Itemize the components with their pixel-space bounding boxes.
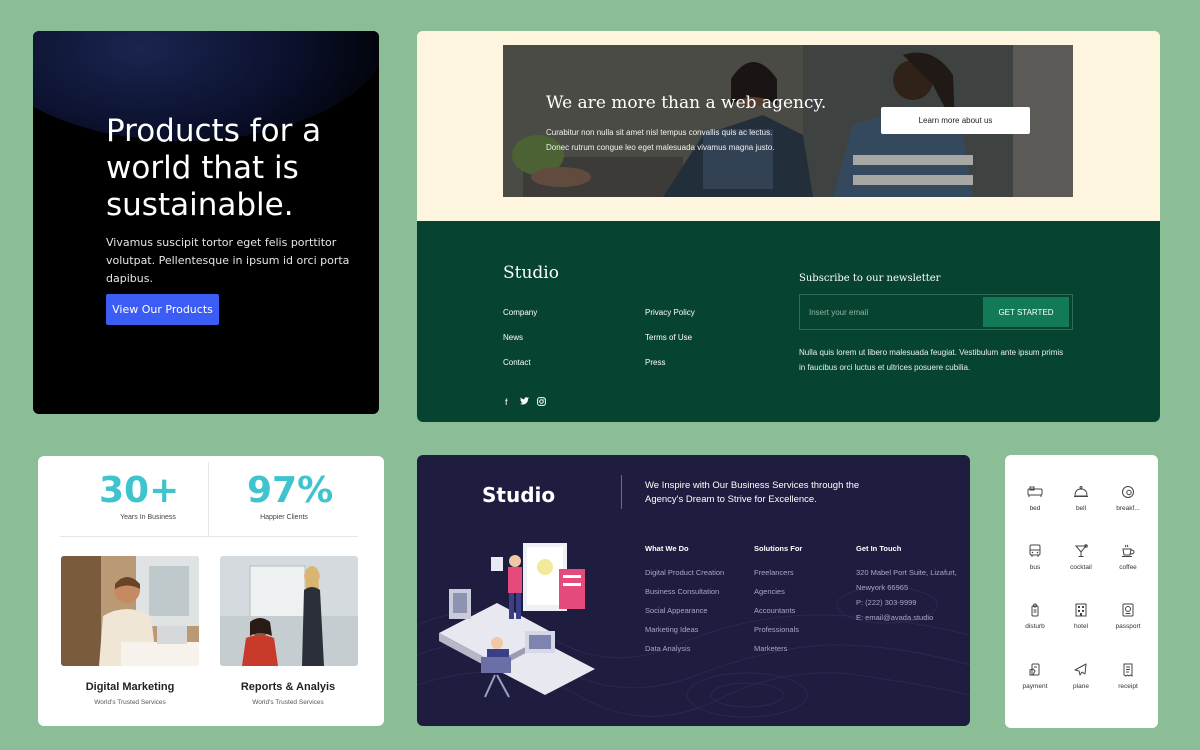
agency-hero-section: We are more than a web agency. Curabitur…	[417, 31, 1160, 221]
column-heading-get-in-touch: Get In Touch	[856, 544, 902, 553]
studio-tagline: We Inspire with Our Business Services th…	[645, 480, 860, 505]
icon-cell-bus[interactable]: bus	[1012, 544, 1058, 571]
icon-cell-cocktail[interactable]: cocktail	[1058, 544, 1104, 571]
plane-icon	[1074, 663, 1087, 676]
hero-subtitle: Curabitur non nulla sit amet nisl tempus…	[546, 128, 775, 152]
agency-footer: Studio Company News Contact Privacy Poli…	[417, 221, 1160, 422]
footer-link-agencies[interactable]: Agencies	[754, 587, 785, 596]
icon-cell-receipt[interactable]: receipt	[1105, 663, 1151, 690]
icon-label: plane	[1073, 683, 1089, 690]
bus-icon	[1029, 544, 1041, 557]
hero-photo: We are more than a web agency. Curabitur…	[503, 45, 1073, 197]
service-title-digital-marketing: Digital Marketing	[85, 681, 175, 693]
footer-link-freelancers[interactable]: Freelancers	[754, 568, 794, 577]
products-body: Vivamus suscipit tortor eget felis portt…	[106, 236, 350, 285]
learn-more-button[interactable]: Learn more about us	[881, 107, 1030, 134]
hotel-icon	[1075, 603, 1087, 617]
get-started-button[interactable]: GET STARTED	[983, 297, 1069, 327]
payment-icon	[1029, 663, 1040, 676]
instagram-icon[interactable]	[537, 397, 546, 408]
icon-label: breakf...	[1116, 505, 1140, 512]
newsletter-text: Nulla quis lorem ut libero malesuada feu…	[799, 348, 1064, 372]
icon-label: payment	[1022, 683, 1048, 690]
agency-card: We are more than a web agency. Curabitur…	[417, 31, 1160, 422]
column-heading-what-we-do: What We Do	[645, 544, 689, 553]
bell-icon	[1074, 486, 1088, 497]
icon-label: bell	[1075, 505, 1087, 512]
icon-label: hotel	[1073, 623, 1089, 630]
icon-label: bus	[1029, 564, 1041, 571]
contact-address-line1: 320 Mabel Port Suite, Lizafurt,	[856, 568, 957, 577]
view-products-button[interactable]: View Our Products	[106, 294, 219, 325]
footer-link-social-appearance[interactable]: Social Appearance	[645, 606, 708, 615]
facebook-icon[interactable]: f	[505, 397, 508, 407]
contact-email: E: email@avada.studio	[856, 613, 934, 622]
service-title-reports: Reports & Analyis	[240, 681, 336, 693]
icon-label: coffee	[1119, 564, 1137, 571]
passport-icon	[1122, 603, 1134, 617]
studio-card: Studio We Inspire with Our Business Serv…	[417, 455, 970, 726]
footer-link-news[interactable]: News	[503, 333, 523, 342]
footer-link-terms[interactable]: Terms of Use	[645, 333, 692, 342]
twitter-icon[interactable]	[520, 397, 529, 407]
icon-label: cocktail	[1070, 564, 1092, 571]
footer-link-contact[interactable]: Contact	[503, 358, 531, 367]
service-subtitle-digital-marketing: World's Trusted Services	[94, 699, 166, 706]
footer-link-company[interactable]: Company	[503, 308, 537, 317]
stat-years-label: Years In Business	[120, 514, 176, 521]
reports-analysis-photo	[220, 556, 358, 666]
footer-link-business-consultation[interactable]: Business Consultation	[645, 587, 719, 596]
studio-logo-dark: Studio	[482, 483, 556, 507]
coffee-icon	[1122, 544, 1135, 557]
hero-title: We are more than a web agency.	[546, 93, 827, 113]
footer-link-marketing-ideas[interactable]: Marketing Ideas	[645, 625, 698, 634]
icon-cell-coffee[interactable]: coffee	[1105, 544, 1151, 571]
icon-cell-plane[interactable]: plane	[1058, 663, 1104, 690]
studio-logo: Studio	[503, 263, 559, 283]
footer-link-data-analysis[interactable]: Data Analysis	[645, 644, 690, 653]
icon-label: bed	[1029, 505, 1041, 512]
icon-label: passport	[1115, 623, 1141, 630]
footer-link-marketers[interactable]: Marketers	[754, 644, 787, 653]
footer-link-privacy[interactable]: Privacy Policy	[645, 308, 695, 317]
service-subtitle-reports: World's Trusted Services	[252, 699, 324, 706]
icon-cell-disturb[interactable]: disturb	[1012, 603, 1058, 630]
icon-cell-bed[interactable]: bed	[1012, 485, 1058, 512]
footer-link-accountants[interactable]: Accountants	[754, 606, 795, 615]
icon-cell-hotel[interactable]: hotel	[1058, 603, 1104, 630]
icon-label: disturb	[1025, 623, 1045, 630]
bed-icon	[1027, 486, 1043, 497]
receipt-icon	[1123, 663, 1133, 677]
footer-link-digital-product[interactable]: Digital Product Creation	[645, 568, 724, 577]
icon-cell-passport[interactable]: passport	[1105, 603, 1151, 630]
icon-cell-payment[interactable]: payment	[1012, 663, 1058, 690]
disturb-icon	[1031, 603, 1039, 617]
office-illustration	[439, 543, 595, 698]
footer-link-professionals[interactable]: Professionals	[754, 625, 799, 634]
digital-marketing-photo	[61, 556, 199, 666]
stats-card: 30+ Years In Business 97% Happier Client…	[38, 456, 384, 726]
stat-years-value: 30+	[99, 470, 180, 511]
breakfast-icon	[1122, 486, 1134, 498]
email-input[interactable]	[800, 295, 983, 329]
stat-clients-value: 97%	[247, 470, 334, 511]
stat-clients-label: Happier Clients	[260, 514, 308, 521]
contact-address-line2: Newyork 66965	[856, 583, 909, 592]
newsletter-title: Subscribe to our newsletter	[799, 273, 941, 284]
cocktail-icon	[1074, 544, 1088, 557]
icons-card: bed bell breakf... bus cocktail coffee d…	[1005, 455, 1158, 728]
column-heading-solutions: Solutions For	[754, 544, 803, 553]
contact-phone: P: (222) 303-9999	[856, 598, 917, 607]
icon-cell-bell[interactable]: bell	[1058, 485, 1104, 512]
products-heading: Products for a world that is sustainable…	[106, 113, 322, 223]
footer-link-press[interactable]: Press	[645, 358, 665, 367]
icon-label: receipt	[1118, 683, 1138, 690]
products-card: Products for a world that is sustainable…	[33, 31, 379, 414]
newsletter-form: GET STARTED	[799, 294, 1073, 330]
icon-cell-breakfast[interactable]: breakf...	[1105, 485, 1151, 512]
